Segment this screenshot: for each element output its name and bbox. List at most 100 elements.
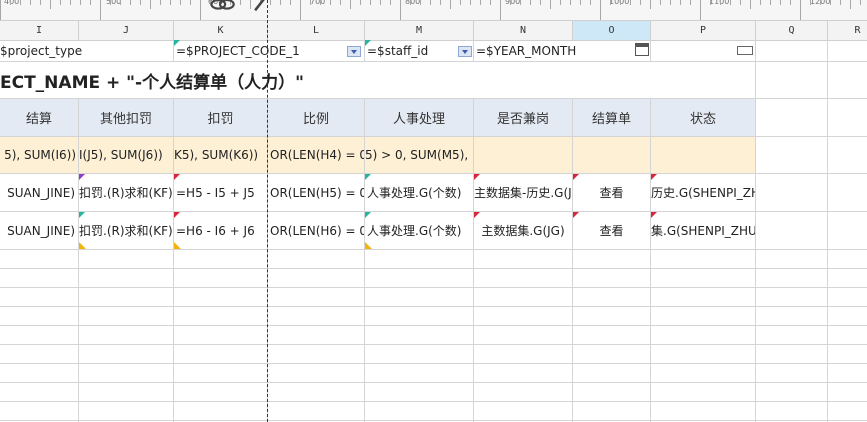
empty-cell[interactable] [828,250,867,269]
empty-cell[interactable] [365,307,474,326]
empty-cell[interactable] [756,288,828,307]
data-cell[interactable]: 扣罚.(R)求和(KF) [79,174,174,212]
empty-cell[interactable] [573,402,651,421]
empty-cell[interactable] [268,269,365,288]
empty-cell[interactable] [756,364,828,383]
empty-cell[interactable] [79,250,174,269]
empty-cell[interactable] [474,326,573,345]
empty-cell[interactable] [828,307,867,326]
empty-cell[interactable] [174,383,268,402]
empty-cell[interactable] [365,288,474,307]
empty-cell[interactable] [268,402,365,421]
empty-cell[interactable] [474,307,573,326]
data-cell[interactable]: 主数据集-历史.G(J [474,174,573,212]
header-cell-ratio[interactable]: 比例 [268,99,365,137]
empty-cell[interactable] [756,402,828,421]
title-cell[interactable]: ECT_NAME + "-个人结算单（人力）" [0,62,756,99]
column-header-n[interactable]: N [474,21,573,40]
empty-cell[interactable] [0,307,79,326]
empty-cell[interactable] [474,269,573,288]
data-cell[interactable]: 扣罚.(R)求和(KF) [79,212,174,250]
empty-cell[interactable] [268,288,365,307]
header-cell-deduction[interactable]: 扣罚 [174,99,268,137]
empty-cell[interactable] [0,326,79,345]
data-cell[interactable]: =H6 - I6 + J6 [174,212,268,250]
data-cell[interactable]: =H5 - I5 + J5 [174,174,268,212]
empty-cell[interactable] [174,326,268,345]
empty-cell[interactable] [828,345,867,364]
summary-cell[interactable]: OR(LEN(H4) = 0, [268,137,365,174]
empty-cell[interactable] [268,383,365,402]
empty-cell[interactable] [474,250,573,269]
column-header-m[interactable]: M [365,21,474,40]
data-cell[interactable]: 主数据集.G(JG) [474,212,573,250]
empty-cell[interactable] [828,174,867,212]
empty-cell[interactable] [651,307,756,326]
empty-cell[interactable] [756,345,828,364]
empty-cell[interactable] [573,364,651,383]
summary-cell[interactable]: 5), SUM(I6)) [0,137,79,174]
header-cell-hr-processing[interactable]: 人事处理 [365,99,474,137]
empty-cell[interactable] [756,250,828,269]
empty-cell[interactable] [828,137,867,174]
empty-cell[interactable] [0,402,79,421]
empty-cell[interactable] [0,364,79,383]
empty-cell[interactable] [651,269,756,288]
view-statement-cell[interactable]: 查看 [573,174,651,212]
empty-cell[interactable] [79,383,174,402]
empty-cell[interactable] [573,345,651,364]
empty-cell[interactable] [756,174,828,212]
column-header-r[interactable]: R [828,21,867,40]
cell-staff-id[interactable]: =$staff_id [365,40,474,62]
summary-cell[interactable] [474,137,573,174]
empty-cell[interactable] [651,345,756,364]
empty-cell[interactable] [268,345,365,364]
empty-cell[interactable] [828,62,867,99]
empty-cell[interactable] [268,250,365,269]
column-header-j[interactable]: J [79,21,174,40]
empty-cell[interactable] [651,402,756,421]
empty-cell[interactable] [756,62,828,99]
empty-cell[interactable] [651,288,756,307]
data-cell[interactable]: SUAN_JINE) [0,174,79,212]
empty-cell[interactable] [174,402,268,421]
empty-cell[interactable] [573,383,651,402]
column-header-p[interactable]: P [651,21,756,40]
header-cell-statement[interactable]: 结算单 [573,99,651,137]
empty-cell[interactable] [79,288,174,307]
empty-cell[interactable] [79,326,174,345]
empty-cell[interactable] [756,40,828,62]
textbox-widget-icon[interactable] [737,46,753,55]
empty-cell[interactable] [79,345,174,364]
empty-cell[interactable] [756,212,828,250]
link-chain-icon[interactable] [203,0,273,12]
cell-textbox-widget[interactable] [651,40,756,62]
view-link[interactable]: 查看 [573,174,650,211]
empty-cell[interactable] [828,40,867,62]
data-cell[interactable]: 人事处理.G(个数) [365,174,474,212]
header-cell-other-deduction[interactable]: 其他扣罚 [79,99,174,137]
empty-cell[interactable] [268,307,365,326]
cell-project-type[interactable]: $project_type [0,40,174,62]
empty-cell[interactable] [365,383,474,402]
empty-cell[interactable] [651,383,756,402]
empty-cell[interactable] [828,269,867,288]
calendar-icon[interactable] [635,43,649,56]
empty-cell[interactable] [651,326,756,345]
empty-cell[interactable] [365,250,474,269]
view-statement-cell[interactable]: 查看 [573,212,651,250]
empty-cell[interactable] [174,307,268,326]
empty-cell[interactable] [268,364,365,383]
data-cell[interactable]: SUAN_JINE) [0,212,79,250]
empty-cell[interactable] [365,326,474,345]
data-cell[interactable]: 历史.G(SHENPI_ZH [651,174,756,212]
empty-cell[interactable] [365,402,474,421]
cell-project-code[interactable]: =$PROJECT_CODE_1 [174,40,365,62]
empty-cell[interactable] [174,288,268,307]
empty-cell[interactable] [756,307,828,326]
summary-cell[interactable]: 5) > 0, SUM(M5), $ [365,137,474,174]
column-header-l[interactable]: L [268,21,365,40]
empty-cell[interactable] [0,345,79,364]
empty-cell[interactable] [0,250,79,269]
empty-cell[interactable] [365,364,474,383]
